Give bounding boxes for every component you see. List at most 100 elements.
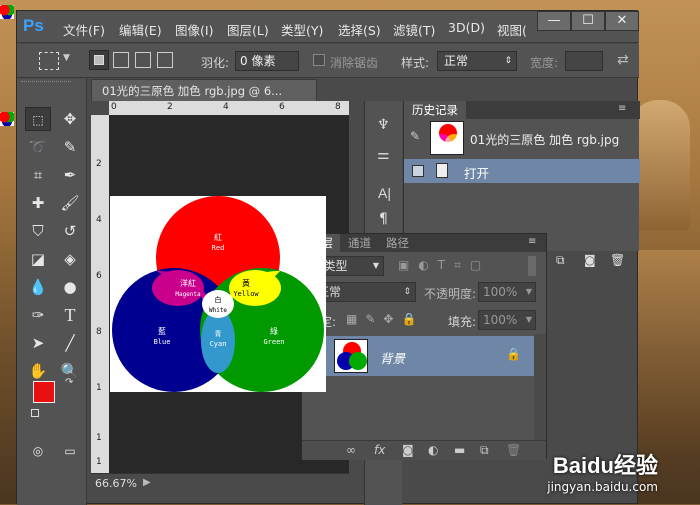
tab-paths[interactable]: 路径 <box>378 234 417 252</box>
width-input[interactable] <box>565 51 603 71</box>
dodge-tool-icon[interactable]: ● <box>57 275 83 299</box>
brush-tool-icon[interactable]: 🖌 <box>57 191 83 215</box>
history-snapshot-thumbnail[interactable] <box>430 121 464 155</box>
status-arrow-icon[interactable]: ▶ <box>143 477 151 488</box>
new-group-icon[interactable]: ▬ <box>454 443 465 457</box>
zoom-level[interactable]: 66.67% <box>95 477 137 490</box>
history-brush-source-icon[interactable]: ✎ <box>410 129 420 143</box>
opacity-input[interactable]: 100% ▼ <box>478 282 536 302</box>
screen-mode-icon[interactable]: ▭ <box>57 439 83 463</box>
link-layers-icon[interactable]: ∞ <box>346 443 356 457</box>
panel-menu-icon[interactable]: ≡ <box>618 103 626 114</box>
document-tab[interactable]: 01光的三原色 加色 rgb.jpg @ 6... <box>91 79 317 101</box>
menu-select[interactable]: 选择(S) <box>338 20 381 39</box>
paint-bucket-tool-icon[interactable]: ◈ <box>57 247 83 271</box>
camera-icon[interactable]: ◙ <box>584 253 596 267</box>
blur-tool-icon[interactable]: 💧 <box>25 275 51 299</box>
history-step-checkbox[interactable] <box>412 165 424 177</box>
layer-filter-icons[interactable]: ▣◐T⌗▢ <box>398 258 490 273</box>
character-icon[interactable]: A| <box>378 185 391 201</box>
label-blue-en: Blue <box>154 338 171 346</box>
menu-view[interactable]: 视图( <box>497 20 527 39</box>
ruler-label: 2 <box>96 159 102 169</box>
history-snapshot-name[interactable]: 01光的三原色 加色 rgb.jpg <box>470 131 619 148</box>
label-yellow-cn: 黃 <box>242 278 250 288</box>
lock-options-icons[interactable]: ▦✎✥🔒 <box>346 312 424 326</box>
document-image[interactable]: 紅 Red 洋紅 Magenta 黃 Yellow 白 White 藍 Blue… <box>110 196 326 392</box>
history-brush-tool-icon[interactable]: ↺ <box>57 219 83 243</box>
delete-layer-icon[interactable]: 🗑 <box>506 443 521 457</box>
add-selection-icon[interactable] <box>113 52 129 68</box>
add-mask-icon[interactable]: ◙ <box>402 443 414 457</box>
opacity-value: 100% <box>483 285 518 299</box>
menu-filter[interactable]: 滤镜(T) <box>393 20 435 39</box>
tools-grip[interactable] <box>21 81 71 85</box>
adjustment-layer-icon[interactable]: ◐ <box>428 443 438 457</box>
eraser-tool-icon[interactable]: ◪ <box>25 247 51 271</box>
fx-icon[interactable]: fx <box>374 443 385 457</box>
pen-tool-icon[interactable]: ✑ <box>25 303 51 327</box>
crop-tool-icon[interactable]: ⌗ <box>25 163 51 187</box>
new-selection-icon[interactable] <box>89 50 109 70</box>
eyedropper-tool-icon[interactable]: ✒ <box>57 163 83 187</box>
label-white-cn: 白 <box>215 295 222 304</box>
rect-marquee-tool-icon[interactable]: ⬚ <box>25 107 51 131</box>
close-button[interactable]: ✕ <box>605 11 639 31</box>
brush-presets-icon[interactable]: ♆ <box>377 117 390 133</box>
menu-type[interactable]: 类型(Y) <box>281 20 323 39</box>
antialias-label: 消除锯齿 <box>330 56 379 70</box>
desktop-file-icon[interactable] <box>0 112 14 126</box>
label-blue-cn: 藍 <box>158 326 166 336</box>
desktop-file-icon[interactable] <box>0 5 14 19</box>
layer-name[interactable]: 背景 <box>380 348 405 367</box>
history-step-row[interactable]: 打开 <box>404 159 640 183</box>
path-select-tool-icon[interactable]: ➤ <box>25 331 51 355</box>
line-tool-icon[interactable]: ╱ <box>57 331 83 355</box>
new-layer-icon[interactable]: ⧉ <box>480 443 489 458</box>
new-document-from-state-icon[interactable]: ⧉ <box>556 253 565 268</box>
layer-row-background[interactable]: 👁 背景 🔒 <box>302 336 534 376</box>
move-tool-icon[interactable]: ✥ <box>57 107 83 131</box>
hand-tool-icon[interactable]: ✋ <box>25 359 51 383</box>
feather-input[interactable]: 0 像素 <box>235 51 299 71</box>
ruler-label: 6 <box>96 271 102 281</box>
default-colors-icon[interactable] <box>31 409 39 417</box>
layers-footer: ∞ fx ◙ ◐ ▬ ⧉ 🗑 <box>302 440 546 460</box>
menu-layer[interactable]: 图层(L) <box>227 20 269 39</box>
antialias-checkbox[interactable] <box>313 54 325 66</box>
layer-thumbnail[interactable] <box>334 339 368 373</box>
lasso-tool-icon[interactable]: ➰ <box>25 135 51 159</box>
menu-3d[interactable]: 3D(D) <box>448 20 485 35</box>
filter-toggle[interactable] <box>528 256 536 276</box>
maximize-button[interactable]: ☐ <box>571 11 605 31</box>
trash-icon[interactable]: 🗑 <box>610 253 625 267</box>
tab-history[interactable]: 历史记录 <box>404 101 466 119</box>
minimize-button[interactable]: — <box>537 11 571 31</box>
fill-input[interactable]: 100% ▼ <box>478 310 536 330</box>
swap-icon[interactable]: ⇄ <box>617 52 629 68</box>
intersect-selection-icon[interactable] <box>157 52 173 68</box>
quick-mask-icon[interactable]: ◎ <box>25 439 51 463</box>
tab-channels[interactable]: 通道 <box>340 234 379 252</box>
quick-select-tool-icon[interactable]: ✎ <box>57 135 83 159</box>
healing-brush-tool-icon[interactable]: ✚ <box>25 191 51 215</box>
layers-scrollbar[interactable] <box>534 334 546 440</box>
adjustments-icon[interactable]: ⚌ <box>377 147 390 163</box>
style-select[interactable]: 正常 ⇕ <box>437 51 517 71</box>
chevron-down-icon: ▼ <box>525 287 532 296</box>
paragraph-icon[interactable]: ¶ <box>379 211 388 227</box>
swap-colors-icon[interactable]: ↷ <box>65 377 73 388</box>
watermark-url: jingyan.baidu.com <box>547 480 658 494</box>
marquee-preset-icon[interactable] <box>39 52 59 70</box>
menu-file[interactable]: 文件(F) <box>63 20 105 39</box>
subtract-selection-icon[interactable] <box>135 52 151 68</box>
menu-edit[interactable]: 编辑(E) <box>119 20 162 39</box>
panel-menu-icon[interactable]: ≡ <box>528 236 536 247</box>
foreground-color-swatch[interactable] <box>33 381 55 403</box>
document-tab-title: 01光的三原色 加色 rgb.jpg @ 6... <box>102 84 283 98</box>
menu-image[interactable]: 图像(I) <box>175 20 213 39</box>
clone-stamp-tool-icon[interactable]: ⛉ <box>25 219 51 243</box>
status-bar: 66.67% ▶ <box>91 473 349 493</box>
chevron-down-icon[interactable]: ▼ <box>63 53 70 63</box>
type-tool-icon[interactable]: T <box>57 303 83 327</box>
